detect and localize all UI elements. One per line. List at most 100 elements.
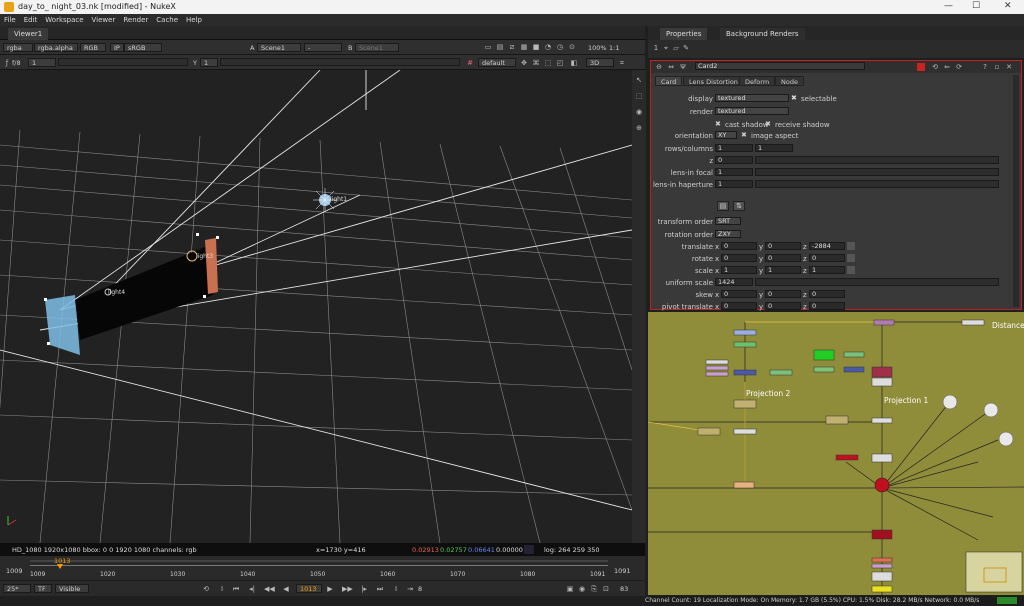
node-pin-icon[interactable]: ⇔ [667,63,675,71]
play-icon[interactable]: ▶ [326,585,334,593]
properties-scrollbar[interactable] [1013,75,1019,307]
node-red-bottom[interactable] [871,529,893,540]
tab-node[interactable]: Node [775,76,804,86]
update-icon[interactable]: ⊙ [568,43,576,51]
viewer-3d-viewport[interactable]: light1 light4 light3 [0,70,632,543]
rotate-z[interactable]: 0 [809,254,845,262]
menu-workspace[interactable]: Workspace [41,14,87,26]
display-dropdown[interactable]: textured [715,94,789,102]
node-red-merge[interactable] [874,477,890,493]
node-stack-3[interactable] [705,371,729,377]
tf-dropdown[interactable]: TF [34,584,52,593]
transform-order-dropdown[interactable]: SRT [715,217,741,225]
roi-icon[interactable]: ▭ [484,43,492,51]
menu-render[interactable]: Render [119,14,152,26]
stop-icon[interactable]: ■ [532,43,540,51]
colorspace-dropdown[interactable]: sRGB [124,43,162,52]
node-white-stack[interactable] [871,377,893,387]
timeline-start[interactable]: 1009 [6,567,23,575]
select-icon[interactable]: ⬚ [544,59,552,67]
z-field[interactable]: 0 [715,156,753,164]
visible-range-dropdown[interactable]: Visible [55,584,89,593]
cast-shadow-checkbox[interactable]: ✖ [715,120,721,128]
prev-key-icon[interactable]: ◂| [248,585,256,593]
float-panel-icon[interactable]: ▫ [993,63,1001,71]
translate-anim-icon[interactable] [847,242,855,250]
translate-y[interactable]: 0 [765,242,801,250]
rotate-y[interactable]: 0 [765,254,801,262]
node-dot-orange[interactable] [733,481,755,489]
maximize-button[interactable]: ☐ [972,1,980,11]
mode-toggle-icon[interactable]: ◧ [570,59,578,67]
node-white-low[interactable] [871,453,893,463]
node-tan-left[interactable] [697,427,721,436]
translate-x[interactable]: 0 [721,242,757,250]
rows-field[interactable]: 1 [715,144,753,152]
select-tool-icon[interactable]: ↖ [635,76,643,84]
node-blue-right[interactable] [843,366,865,373]
orientation-dropdown[interactable]: XY [715,131,737,139]
node-blue[interactable] [733,369,757,376]
node-stack-b1[interactable] [871,557,893,563]
step-back-icon[interactable]: ◀◀ [264,585,275,593]
skew-y[interactable]: 0 [765,290,801,298]
tab-lens-distortion[interactable]: Lens Distortion [683,76,744,86]
brush-icon[interactable]: ✎ [682,44,690,52]
scale-y[interactable]: 1 [765,266,801,274]
menu-cache[interactable]: Cache [152,14,182,26]
fps-dropdown[interactable]: 25* [3,584,31,593]
gamma-field[interactable]: 1 [200,58,218,67]
render-icon[interactable]: ⊡ [602,585,610,593]
record-icon[interactable]: ◉ [578,585,586,593]
vertex-select-icon[interactable]: ⬚ [635,92,643,100]
marquee-icon[interactable]: ◰ [556,59,564,67]
ip-toggle[interactable]: IP [110,43,124,52]
image-aspect-checkbox[interactable]: ✖ [741,131,747,139]
input-b-dropdown[interactable]: Scene1 [355,43,399,52]
minimize-button[interactable]: — [944,1,953,11]
node-top-1[interactable] [733,329,757,336]
camera-node-2[interactable] [983,402,999,418]
gamma-slider[interactable] [220,58,460,66]
current-frame-field[interactable]: 1013 [296,584,322,593]
zoom-level[interactable]: 100% [588,44,607,52]
max-panels-icon[interactable]: 1 [652,44,660,52]
skew-z[interactable]: 0 [809,290,845,298]
viewer-mode-dropdown[interactable]: default [478,58,516,67]
tab-card[interactable]: Card [655,76,683,86]
grid-icon[interactable]: ▦ [520,43,528,51]
node-color-swatch[interactable] [917,63,925,71]
uniform-scale-field[interactable]: 1424 [715,278,753,286]
node-stack-b3[interactable] [871,571,893,582]
paint-icon[interactable]: ⌘ [532,59,540,67]
play-back-icon[interactable]: ◀ [282,585,290,593]
transform-reset-icon[interactable]: ▤ [717,201,729,211]
node-green-small[interactable] [813,366,835,373]
timeline-end[interactable]: 1091 [614,567,631,575]
scale-x[interactable]: 1 [721,266,757,274]
range-end[interactable]: 83 [620,585,628,593]
step-forward-icon[interactable]: ▶▶ [342,585,353,593]
selectable-checkbox[interactable]: ✖ [791,94,797,102]
node-stack-b2[interactable] [871,563,893,569]
redo-icon[interactable]: ⟳ [955,63,963,71]
loop-icon[interactable]: ⟲ [202,585,210,593]
lens-focal-slider[interactable] [755,168,999,176]
compare-dropdown[interactable]: - [304,43,342,52]
node-white-mid[interactable] [871,417,893,424]
receive-shadow-checkbox[interactable]: ✖ [765,120,771,128]
first-frame-icon[interactable]: ⏮ [232,585,240,593]
last-frame-icon[interactable]: ⏭ [376,585,384,593]
node-distance[interactable] [961,319,985,326]
node-maroon[interactable] [871,366,893,378]
rgb-dropdown[interactable]: RGB [80,43,106,52]
node-hide-icon[interactable]: ⊖ [655,63,663,71]
flipbook-icon[interactable]: ⎘ [590,585,598,593]
wipe-icon[interactable]: ⧄ [508,43,516,51]
alpha-dropdown[interactable]: rgba.alpha [34,43,78,52]
node-tan-mid[interactable] [825,415,849,425]
transform-handle-icon[interactable]: ⇅ [733,201,745,211]
gain-slider[interactable] [58,58,188,66]
step-size[interactable]: 8 [418,585,422,593]
scale-anim-icon[interactable] [847,266,855,274]
